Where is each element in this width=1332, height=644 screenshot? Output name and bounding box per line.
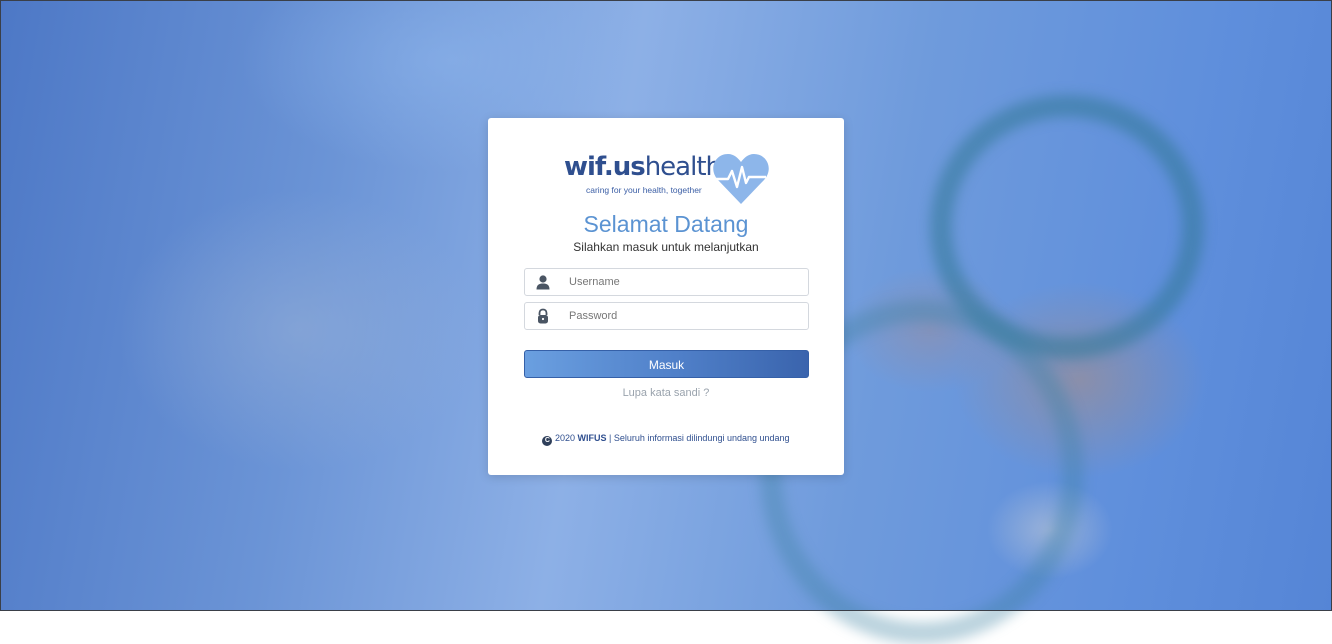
login-card: wif.ushealth caring for your health, tog… [488,118,844,475]
password-input[interactable] [569,303,799,329]
footer-notice: Seluruh informasi dilindungi undang unda… [613,433,790,443]
brand-name-light: health [644,152,722,182]
lock-icon [538,308,548,324]
footer-separator: | [609,433,612,443]
copyright-icon: C [542,436,553,446]
heart-pulse-icon [713,154,769,204]
footer-company: WIFUS [577,433,607,443]
footer-year: 2020 [554,433,575,443]
page-title: Selamat Datang [583,211,749,237]
user-icon [536,275,550,290]
login-button[interactable]: Masuk [524,350,809,378]
username-field [524,268,809,296]
brand-tagline: caring for your health, together [586,185,702,195]
brand-wordmark: wif.ushealth [564,152,722,182]
forgot-password-link[interactable]: Lupa kata sandi ? [488,387,844,399]
page-subtitle: Silahkan masuk untuk melanjutkan [573,240,759,254]
footer: C 2020 WIFUS | Seluruh informasi dilindu… [488,433,844,446]
username-input[interactable] [569,269,799,295]
brand-name-bold: wif.us [564,152,646,182]
password-field [524,302,809,330]
brand-logo: wif.ushealth caring for your health, tog… [564,152,774,208]
